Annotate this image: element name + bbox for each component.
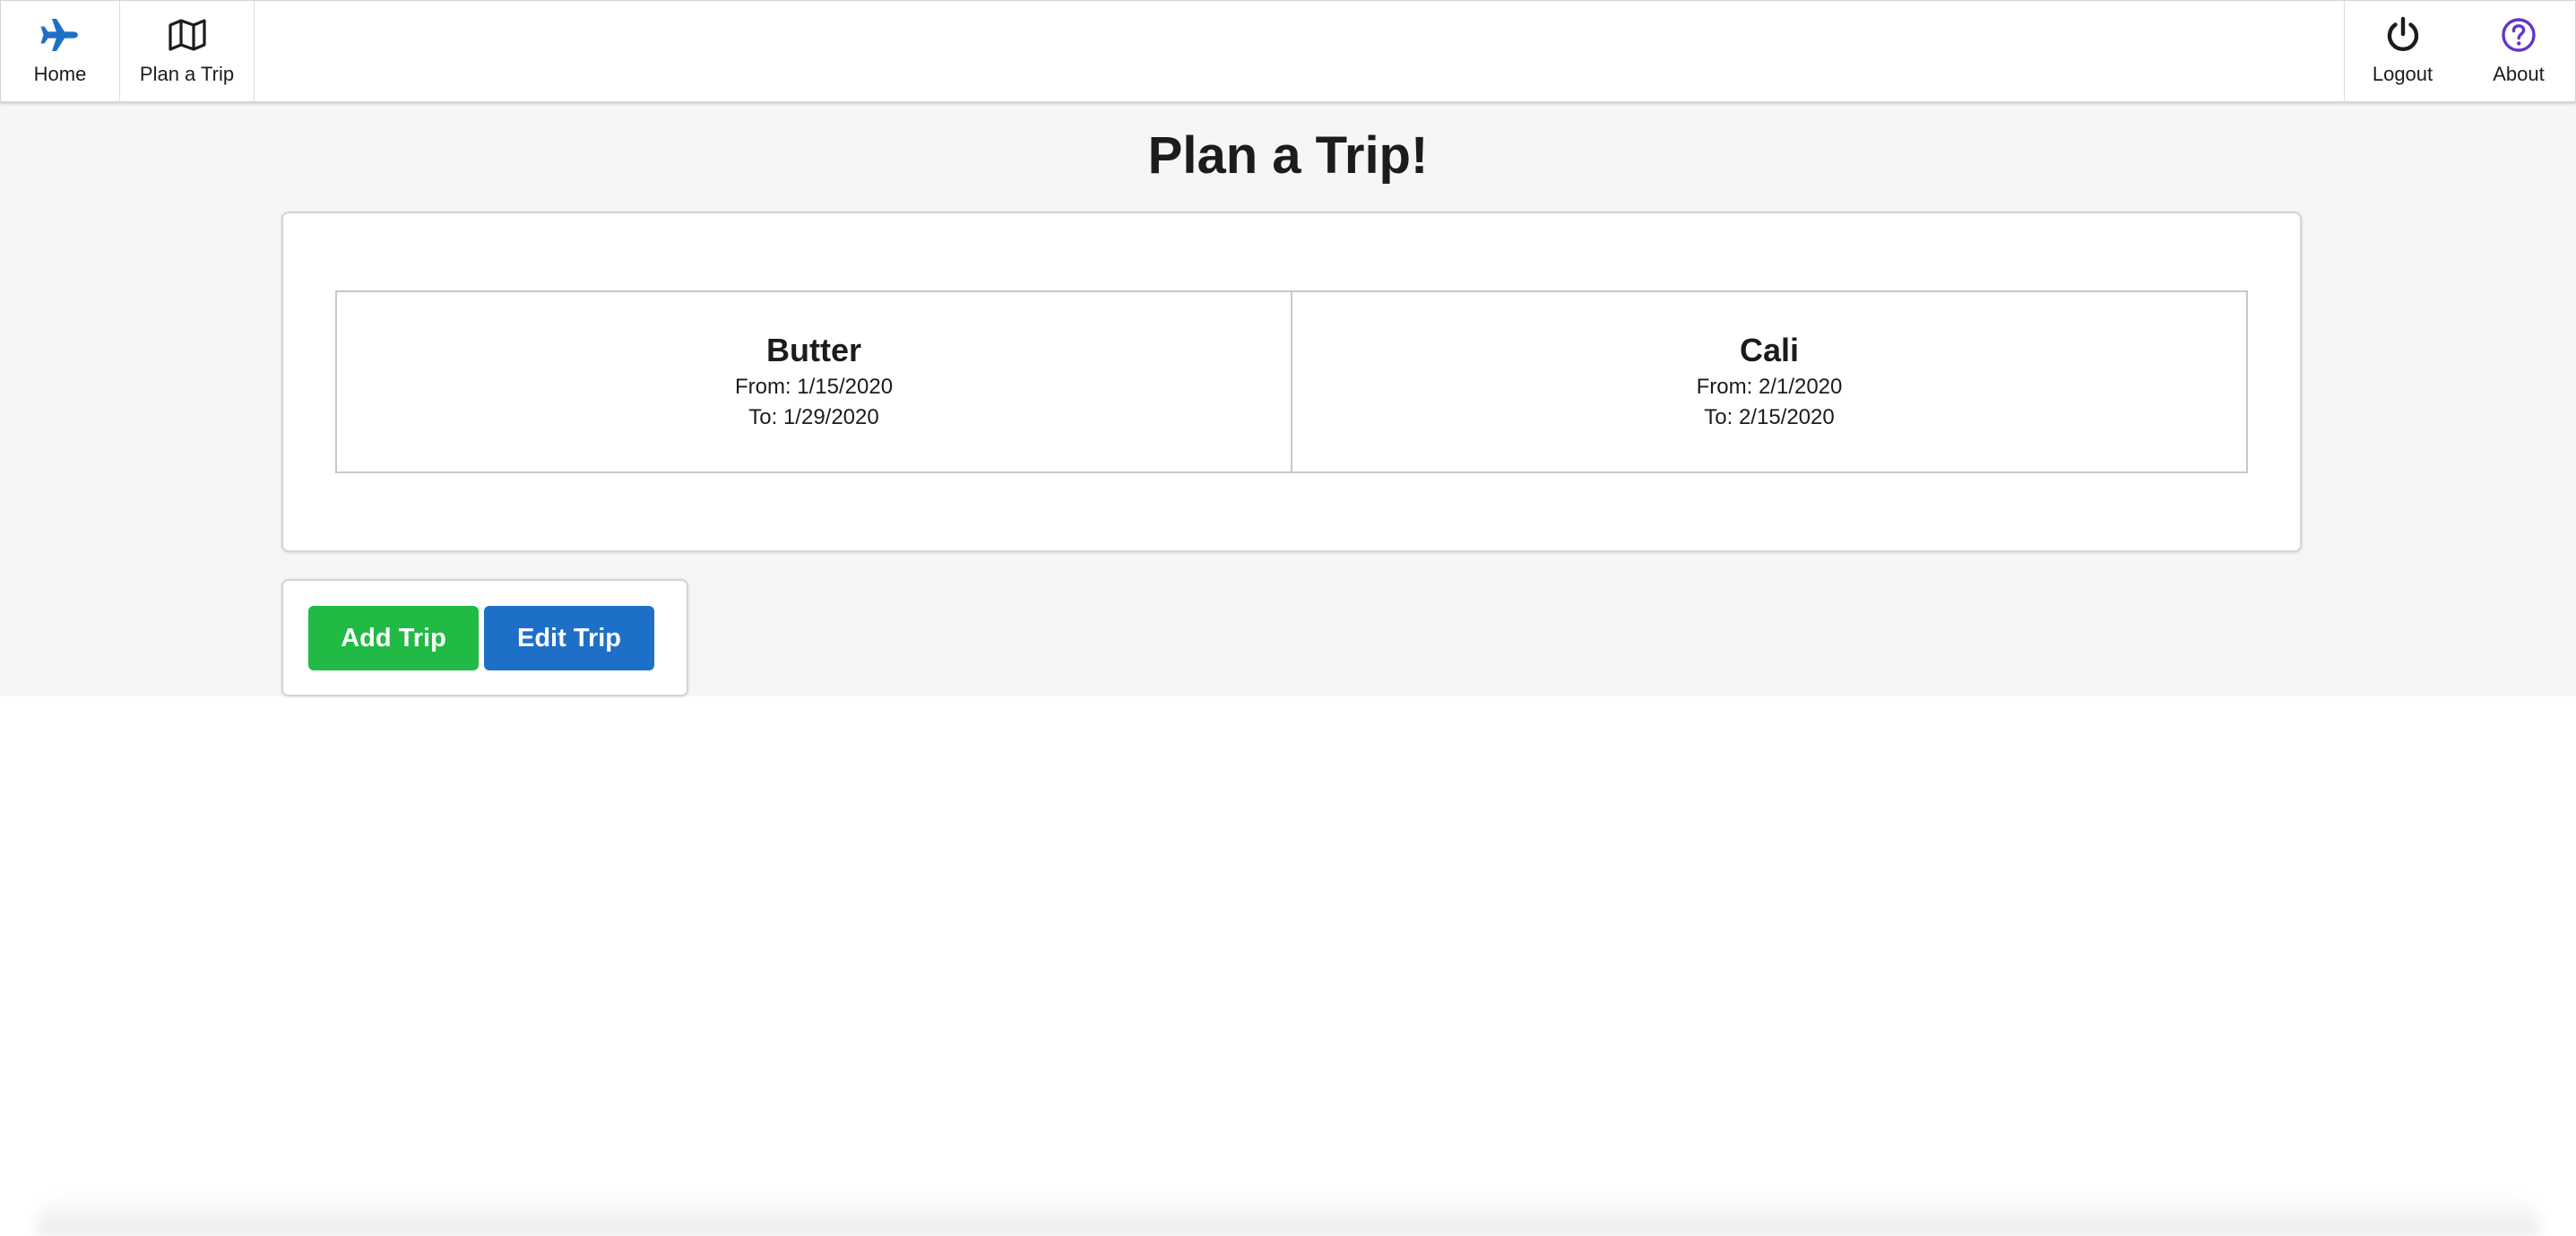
trip-to-date: To: 1/29/2020 xyxy=(748,405,879,429)
nav-home-label: Home xyxy=(33,63,87,85)
trips-table: Butter From: 1/15/2020 To: 1/29/2020 Cal… xyxy=(335,290,2248,473)
trip-from-date: From: 1/15/2020 xyxy=(734,375,894,399)
power-icon xyxy=(2385,15,2421,55)
top-navbar: Home Plan a Trip Logout About xyxy=(0,0,2576,102)
edit-trip-button[interactable]: Edit Trip xyxy=(484,606,654,670)
actions-card: Add Trip Edit Trip xyxy=(281,579,688,696)
trip-to-date: To: 2/15/2020 xyxy=(1704,405,1835,429)
trip-name: Cali xyxy=(1739,332,1800,368)
nav-about[interactable]: About xyxy=(2460,1,2576,102)
trip-cell[interactable]: Butter From: 1/15/2020 To: 1/29/2020 xyxy=(337,292,1291,471)
map-icon xyxy=(168,15,207,55)
trip-name: Butter xyxy=(766,332,861,368)
trips-card: Butter From: 1/15/2020 To: 1/29/2020 Cal… xyxy=(281,212,2302,552)
nav-plan-label: Plan a Trip xyxy=(139,63,235,85)
trip-from-date: From: 2/1/2020 xyxy=(1696,375,1843,399)
add-trip-button[interactable]: Add Trip xyxy=(308,606,479,670)
page-title: Plan a Trip! xyxy=(1147,126,1429,185)
nav-logout-label: Logout xyxy=(2372,63,2433,85)
trip-cell[interactable]: Cali From: 2/1/2020 To: 2/15/2020 xyxy=(1291,292,2246,471)
bottom-shadow xyxy=(36,1192,2540,1236)
question-circle-icon xyxy=(2500,15,2537,55)
nav-plan-a-trip[interactable]: Plan a Trip xyxy=(120,1,255,102)
nav-logout[interactable]: Logout xyxy=(2344,1,2460,102)
airplane-icon xyxy=(39,15,82,55)
nav-about-label: About xyxy=(2493,63,2545,85)
nav-home[interactable]: Home xyxy=(1,1,120,102)
